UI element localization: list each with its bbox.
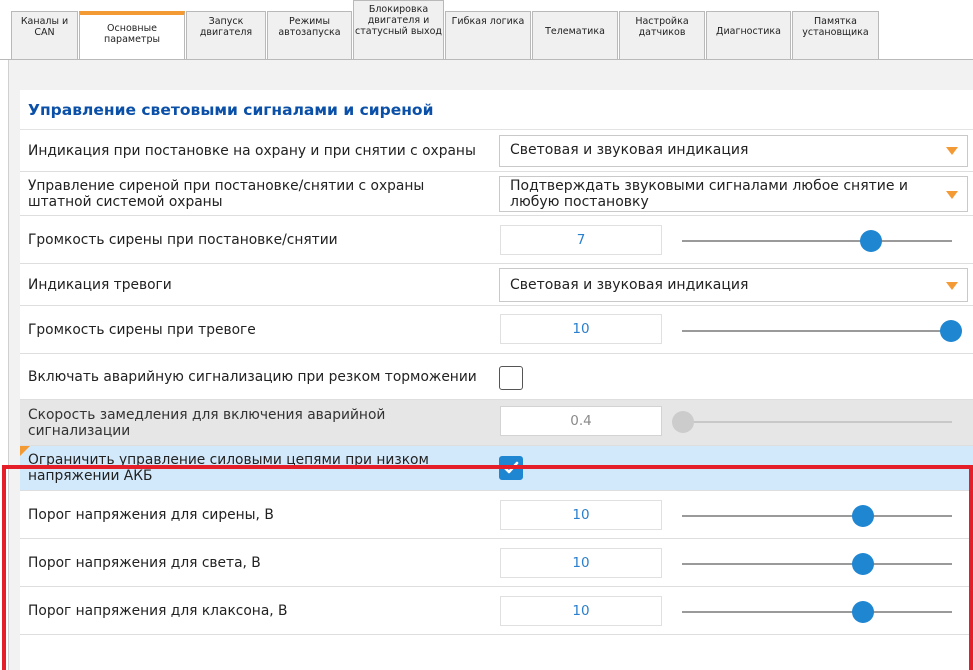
threshold-light-input[interactable]: 10 [500,548,662,578]
limit-low-voltage-label: Ограничить управление силовыми цепями пр… [28,452,429,484]
chevron-down-icon [946,147,958,155]
alarm-indication-label: Индикация тревоги [28,276,172,293]
tab-channels-can[interactable]: Каналы и CAN [11,11,78,60]
siren-volume-arm-slider-handle[interactable] [859,230,882,252]
arm-indication-label: Индикация при постановке на охрану и при… [28,142,476,159]
tab-installer-memo[interactable]: Памятка установщика [792,11,879,60]
arm-indication-value: Световая и звуковая индикация [510,142,749,158]
row-limit-low-voltage: Ограничить управление силовыми цепями пр… [20,446,973,491]
tab-diagnostics[interactable]: Диагностика [706,11,791,60]
threshold-siren-slider-handle[interactable] [851,505,874,527]
threshold-light-label: Порог напряжения для света, В [28,554,261,571]
row-threshold-horn: Порог напряжения для клаксона, В 10 [20,587,973,635]
settings-content: Управление световыми сигналами и сиреной… [8,60,973,670]
threshold-siren-input[interactable]: 10 [500,500,662,530]
limit-low-voltage-checkbox[interactable] [499,456,523,480]
tab-autostart-modes[interactable]: Режимы автозапуска [267,11,352,60]
row-threshold-light: Порог напряжения для света, В 10 [20,539,973,587]
arm-indication-select[interactable]: Световая и звуковая индикация [499,135,968,167]
chevron-down-icon [946,191,958,199]
hazard-on-braking-checkbox[interactable] [499,366,523,390]
threshold-light-slider-track[interactable] [682,563,952,565]
row-siren-volume-alarm: Громкость сирены при тревоге 10 [20,306,973,354]
row-threshold-siren: Порог напряжения для сирены, В 10 [20,491,973,539]
row-arm-indication: Индикация при постановке на охрану и при… [20,130,973,172]
row-deceleration-speed: Скорость замедления для включения аварий… [20,400,973,446]
row-hazard-on-braking: Включать аварийную сигнализацию при резк… [20,354,973,400]
tab-sensor-settings[interactable]: Настройка датчиков [619,11,705,60]
siren-control-select[interactable]: Подтверждать звуковыми сигналами любое с… [499,176,968,212]
deceleration-speed-slider-track[interactable] [682,421,952,423]
section-title: Управление световыми сигналами и сиреной [20,90,973,130]
siren-volume-alarm-slider-track[interactable] [682,330,952,332]
siren-volume-alarm-label: Громкость сирены при тревоге [28,321,256,338]
siren-volume-arm-slider-track[interactable] [682,240,952,242]
alarm-indication-value: Световая и звуковая индикация [510,277,749,293]
threshold-horn-input[interactable]: 10 [500,596,662,626]
threshold-light-slider-handle[interactable] [851,553,874,575]
siren-volume-arm-label: Громкость сирены при постановке/снятии [28,231,338,248]
threshold-siren-label: Порог напряжения для сирены, В [28,506,274,523]
threshold-horn-slider-track[interactable] [682,611,952,613]
threshold-horn-label: Порог напряжения для клаксона, В [28,602,288,619]
siren-control-label: Управление сиреной при постановке/снятии… [28,177,425,210]
siren-control-value: Подтверждать звуковыми сигналами любое с… [510,178,909,210]
tab-bar: Каналы и CAN Основные параметры Запуск д… [0,0,973,61]
siren-volume-alarm-input[interactable]: 10 [500,314,662,344]
tab-engine-start[interactable]: Запуск двигателя [186,11,266,60]
row-alarm-indication: Индикация тревоги Световая и звуковая ин… [20,264,973,306]
alarm-indication-select[interactable]: Световая и звуковая индикация [499,268,968,302]
tab-main-parameters[interactable]: Основные параметры [79,11,185,61]
settings-panel: Управление световыми сигналами и сиреной… [20,90,973,670]
deceleration-speed-slider-handle[interactable] [672,411,694,433]
row-siren-control: Управление сиреной при постановке/снятии… [20,172,973,216]
deceleration-speed-label: Скорость замедления для включения аварий… [28,406,386,439]
tab-engine-blocking[interactable]: Блокировка двигателя и статусный выход [353,0,444,60]
tab-flexible-logic[interactable]: Гибкая логика [445,11,531,60]
row-next [20,635,973,670]
checkmark-icon [503,461,519,474]
siren-volume-alarm-slider-handle[interactable] [940,320,962,342]
hazard-on-braking-label: Включать аварийную сигнализацию при резк… [28,368,477,385]
threshold-horn-slider-handle[interactable] [851,601,874,623]
deceleration-speed-input[interactable]: 0.4 [500,406,662,436]
row-siren-volume-arm: Громкость сирены при постановке/снятии 7 [20,216,973,264]
siren-volume-arm-input[interactable]: 7 [500,225,662,255]
tab-telematics[interactable]: Телематика [532,11,618,60]
chevron-down-icon [946,282,958,290]
threshold-siren-slider-track[interactable] [682,515,952,517]
